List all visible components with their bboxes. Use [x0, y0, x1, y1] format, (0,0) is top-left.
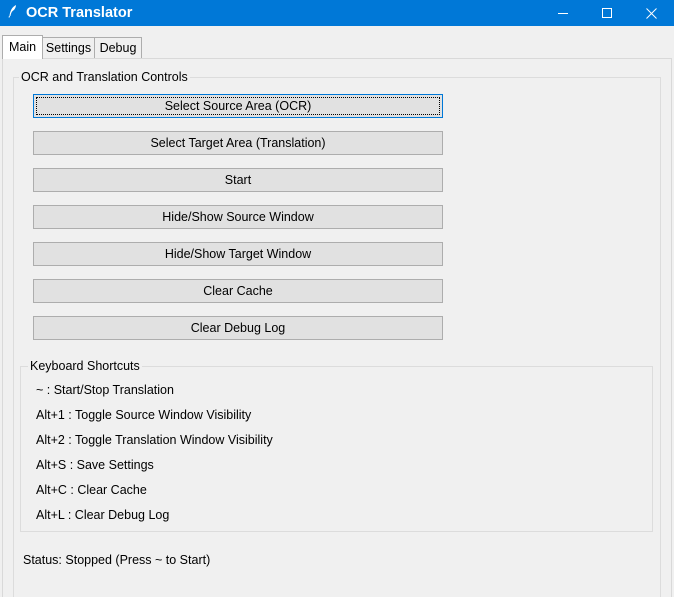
shortcut-save-settings: Alt+S : Save Settings	[36, 458, 154, 472]
close-icon	[645, 7, 657, 19]
shortcut-list: ~ : Start/Stop Translation Alt+1 : Toggl…	[36, 381, 273, 531]
toggle-source-window-button[interactable]: Hide/Show Source Window	[33, 205, 443, 229]
status-label: Status: Stopped (Press ~ to Start)	[23, 553, 211, 567]
start-button[interactable]: Start	[33, 168, 443, 192]
tab-debug[interactable]: Debug	[94, 37, 142, 59]
shortcut-clear-cache: Alt+C : Clear Cache	[36, 483, 147, 497]
shortcut-clear-debug-log: Alt+L : Clear Debug Log	[36, 508, 170, 522]
toggle-target-window-button[interactable]: Hide/Show Target Window	[33, 242, 443, 266]
title-bar: OCR Translator	[0, 0, 674, 26]
shortcut-start-stop: ~ : Start/Stop Translation	[36, 383, 174, 397]
minimize-icon	[558, 13, 568, 14]
minimize-button[interactable]	[540, 0, 586, 26]
main-tab-panel: OCR and Translation Controls Select Sour…	[2, 58, 672, 597]
shortcut-toggle-translation: Alt+2 : Toggle Translation Window Visibi…	[36, 433, 273, 447]
keyboard-shortcuts-group: Keyboard Shortcuts ~ : Start/Stop Transl…	[20, 358, 653, 532]
shortcuts-group-label: Keyboard Shortcuts	[28, 358, 142, 374]
select-source-area-button[interactable]: Select Source Area (OCR)	[33, 94, 443, 118]
maximize-icon	[602, 8, 612, 18]
controls-group-label: OCR and Translation Controls	[19, 69, 190, 85]
maximize-button[interactable]	[584, 0, 630, 26]
clear-cache-button[interactable]: Clear Cache	[33, 279, 443, 303]
feather-icon	[6, 4, 20, 22]
select-target-area-button[interactable]: Select Target Area (Translation)	[33, 131, 443, 155]
window-title: OCR Translator	[26, 5, 133, 21]
tab-settings[interactable]: Settings	[42, 37, 95, 59]
tab-main[interactable]: Main	[2, 35, 43, 59]
clear-debug-log-button[interactable]: Clear Debug Log	[33, 316, 443, 340]
close-button[interactable]	[628, 0, 674, 26]
shortcut-toggle-source: Alt+1 : Toggle Source Window Visibility	[36, 408, 252, 422]
